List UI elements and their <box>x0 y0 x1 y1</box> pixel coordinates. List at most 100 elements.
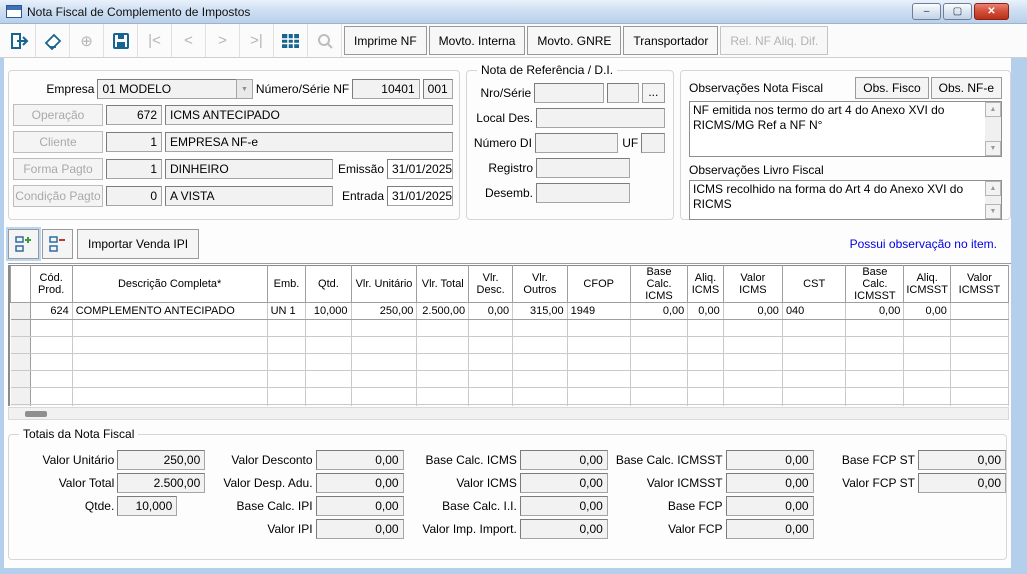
col-cod-prod[interactable]: Cód. Prod. <box>29 265 73 303</box>
numero-di-field[interactable] <box>534 133 618 153</box>
valor-ipi-field[interactable]: 0,00 <box>315 518 404 539</box>
nav-last-button[interactable]: >| <box>240 24 274 57</box>
clear-button[interactable] <box>36 24 70 57</box>
scroll-down-icon[interactable]: ▼ <box>985 204 1001 219</box>
nav-prev-button[interactable]: < <box>172 24 206 57</box>
valor-imp-import-field[interactable]: 0,00 <box>519 518 608 539</box>
obs-fisco-button[interactable]: Obs. Fisco <box>855 77 929 99</box>
empty-row[interactable] <box>10 404 1009 406</box>
forma-pagto-code-field[interactable]: 1 <box>106 159 162 179</box>
exit-button[interactable] <box>2 24 36 57</box>
cliente-code-field[interactable]: 1 <box>106 132 162 152</box>
valor-total-field[interactable]: 2.500,00 <box>117 472 206 493</box>
nav-first-button[interactable]: |< <box>138 24 172 57</box>
col-cfop[interactable]: CFOP <box>566 265 631 303</box>
scroll-down-icon[interactable]: ▼ <box>985 141 1001 156</box>
search-button[interactable] <box>308 24 342 57</box>
obs-nota-fiscal-textarea[interactable]: NF emitida nos termo do art 4 do Anexo X… <box>689 101 1002 157</box>
cell-vlr-desc[interactable]: 0,00 <box>468 302 514 320</box>
ref-serie-field[interactable] <box>607 83 639 103</box>
ref-browse-button[interactable]: ... <box>641 83 665 103</box>
empty-row[interactable] <box>10 387 1009 405</box>
col-vlr-desc[interactable]: Vlr. Desc. <box>468 265 514 303</box>
obs-nfe-button[interactable]: Obs. NF-e <box>930 77 1002 99</box>
condicao-pagto-code-field[interactable]: 0 <box>106 186 162 206</box>
valor-icmsst-field[interactable]: 0,00 <box>725 472 814 493</box>
title-bar[interactable]: Nota Fiscal de Complemento de Impostos –… <box>0 0 1027 24</box>
numero-nf-field[interactable]: 10401 <box>352 79 420 99</box>
remove-item-button[interactable] <box>42 229 73 259</box>
ref-nro-field[interactable] <box>534 83 605 103</box>
cliente-desc-field[interactable]: EMPRESA NF-e <box>165 132 453 152</box>
cell-base-calc-icms[interactable]: 0,00 <box>630 302 689 320</box>
cell-emb[interactable]: UN 1 <box>267 302 307 320</box>
cell-aliq-icmsst[interactable]: 0,00 <box>903 302 951 320</box>
add-item-button[interactable] <box>6 227 41 261</box>
col-valor-icmsst[interactable]: Valor ICMSST <box>949 265 1009 303</box>
col-valor-icms[interactable]: Valor ICMS <box>722 265 783 303</box>
chevron-down-icon[interactable]: ▼ <box>235 79 253 99</box>
empresa-select[interactable]: 01 MODELO ▼ <box>97 79 253 99</box>
scroll-up-icon[interactable]: ▲ <box>985 102 1001 117</box>
valor-desconto-field[interactable]: 0,00 <box>315 449 404 470</box>
movto-interna-button[interactable]: Movto. Interna <box>428 26 526 55</box>
cell-cst[interactable]: 040 <box>782 302 847 320</box>
cell-vlr-total[interactable]: 2.500,00 <box>416 302 470 320</box>
cell-vlr-unitario[interactable]: 250,00 <box>351 302 418 320</box>
transportador-button[interactable]: Transportador <box>623 26 719 55</box>
close-button[interactable]: ✕ <box>974 3 1009 20</box>
cell-qtd[interactable]: 10,000 <box>305 302 352 320</box>
col-base-calc-icmsst[interactable]: Base Calc. ICMSST <box>845 265 905 303</box>
valor-icms-field[interactable]: 0,00 <box>519 472 608 493</box>
valor-fcp-field[interactable]: 0,00 <box>725 518 814 539</box>
movto-gnre-button[interactable]: Movto. GNRE <box>527 26 622 55</box>
scrollbar-thumb[interactable] <box>25 411 47 417</box>
operacao-desc-field[interactable]: ICMS ANTECIPADO <box>165 105 453 125</box>
cell-descricao[interactable]: COMPLEMENTO ANTECIPADO <box>72 302 268 320</box>
base-calc-ii-field[interactable]: 0,00 <box>519 495 608 516</box>
imprime-nf-button[interactable]: Imprime NF <box>344 26 427 55</box>
serie-nf-field[interactable]: 001 <box>422 79 453 99</box>
col-vlr-unitario[interactable]: Vlr. Unitário <box>350 265 418 303</box>
col-cst[interactable]: CST <box>781 265 847 303</box>
col-descricao[interactable]: Descrição Completa* <box>71 265 268 303</box>
grid-horizontal-scrollbar[interactable] <box>8 407 1009 420</box>
cell-cod-prod[interactable]: 624 <box>30 302 73 320</box>
cell-cfop[interactable]: 1949 <box>567 302 631 320</box>
operacao-code-field[interactable]: 672 <box>106 105 162 125</box>
valor-desp-adu-field[interactable]: 0,00 <box>315 472 404 493</box>
valor-unitario-field[interactable]: 250,00 <box>117 449 206 470</box>
empty-row[interactable] <box>10 319 1009 337</box>
empty-row[interactable] <box>10 336 1009 354</box>
item-row[interactable]: 624 COMPLEMENTO ANTECIPADO UN 1 10,000 2… <box>10 302 1009 320</box>
condicao-pagto-desc-field[interactable]: A VISTA <box>165 186 333 206</box>
base-calc-icms-field[interactable]: 0,00 <box>519 449 608 470</box>
forma-pagto-desc-field[interactable]: DINHEIRO <box>165 159 333 179</box>
nav-next-button[interactable]: > <box>206 24 240 57</box>
cell-aliq-icms[interactable]: 0,00 <box>687 302 724 320</box>
base-calc-ipi-field[interactable]: 0,00 <box>315 495 404 516</box>
registro-field[interactable] <box>536 158 630 178</box>
desemb-field[interactable] <box>536 183 630 203</box>
col-vlr-total[interactable]: Vlr. Total <box>416 265 470 303</box>
obs-livro-fiscal-textarea[interactable]: ICMS recolhido na forma do Art 4 do Anex… <box>689 180 1002 220</box>
row-selector[interactable] <box>10 302 31 320</box>
empty-row[interactable] <box>10 370 1009 388</box>
base-calc-icmsst-field[interactable]: 0,00 <box>725 449 814 470</box>
save-button[interactable] <box>104 24 138 57</box>
cell-base-calc-icmsst[interactable]: 0,00 <box>845 302 905 320</box>
base-fcp-st-field[interactable]: 0,00 <box>918 449 1007 470</box>
cell-valor-icmsst[interactable] <box>950 302 1009 320</box>
entrada-date-field[interactable]: 31/01/2025 <box>387 186 453 206</box>
importar-venda-ipi-button[interactable]: Importar Venda IPI <box>77 229 200 259</box>
uf-field[interactable] <box>641 133 665 153</box>
col-aliq-icmsst[interactable]: Aliq. ICMSST <box>903 265 951 303</box>
maximize-button[interactable]: ▢ <box>943 3 972 20</box>
base-fcp-field[interactable]: 0,00 <box>725 495 814 516</box>
qtde-field[interactable]: 10,000 <box>117 495 178 516</box>
minimize-button[interactable]: – <box>912 3 941 20</box>
emissao-date-field[interactable]: 31/01/2025 <box>387 159 453 179</box>
obs-livro-scrollbar[interactable]: ▲ ▼ <box>985 181 1001 219</box>
grid-view-button[interactable] <box>274 24 308 57</box>
valor-fcp-st-field[interactable]: 0,00 <box>918 472 1007 493</box>
